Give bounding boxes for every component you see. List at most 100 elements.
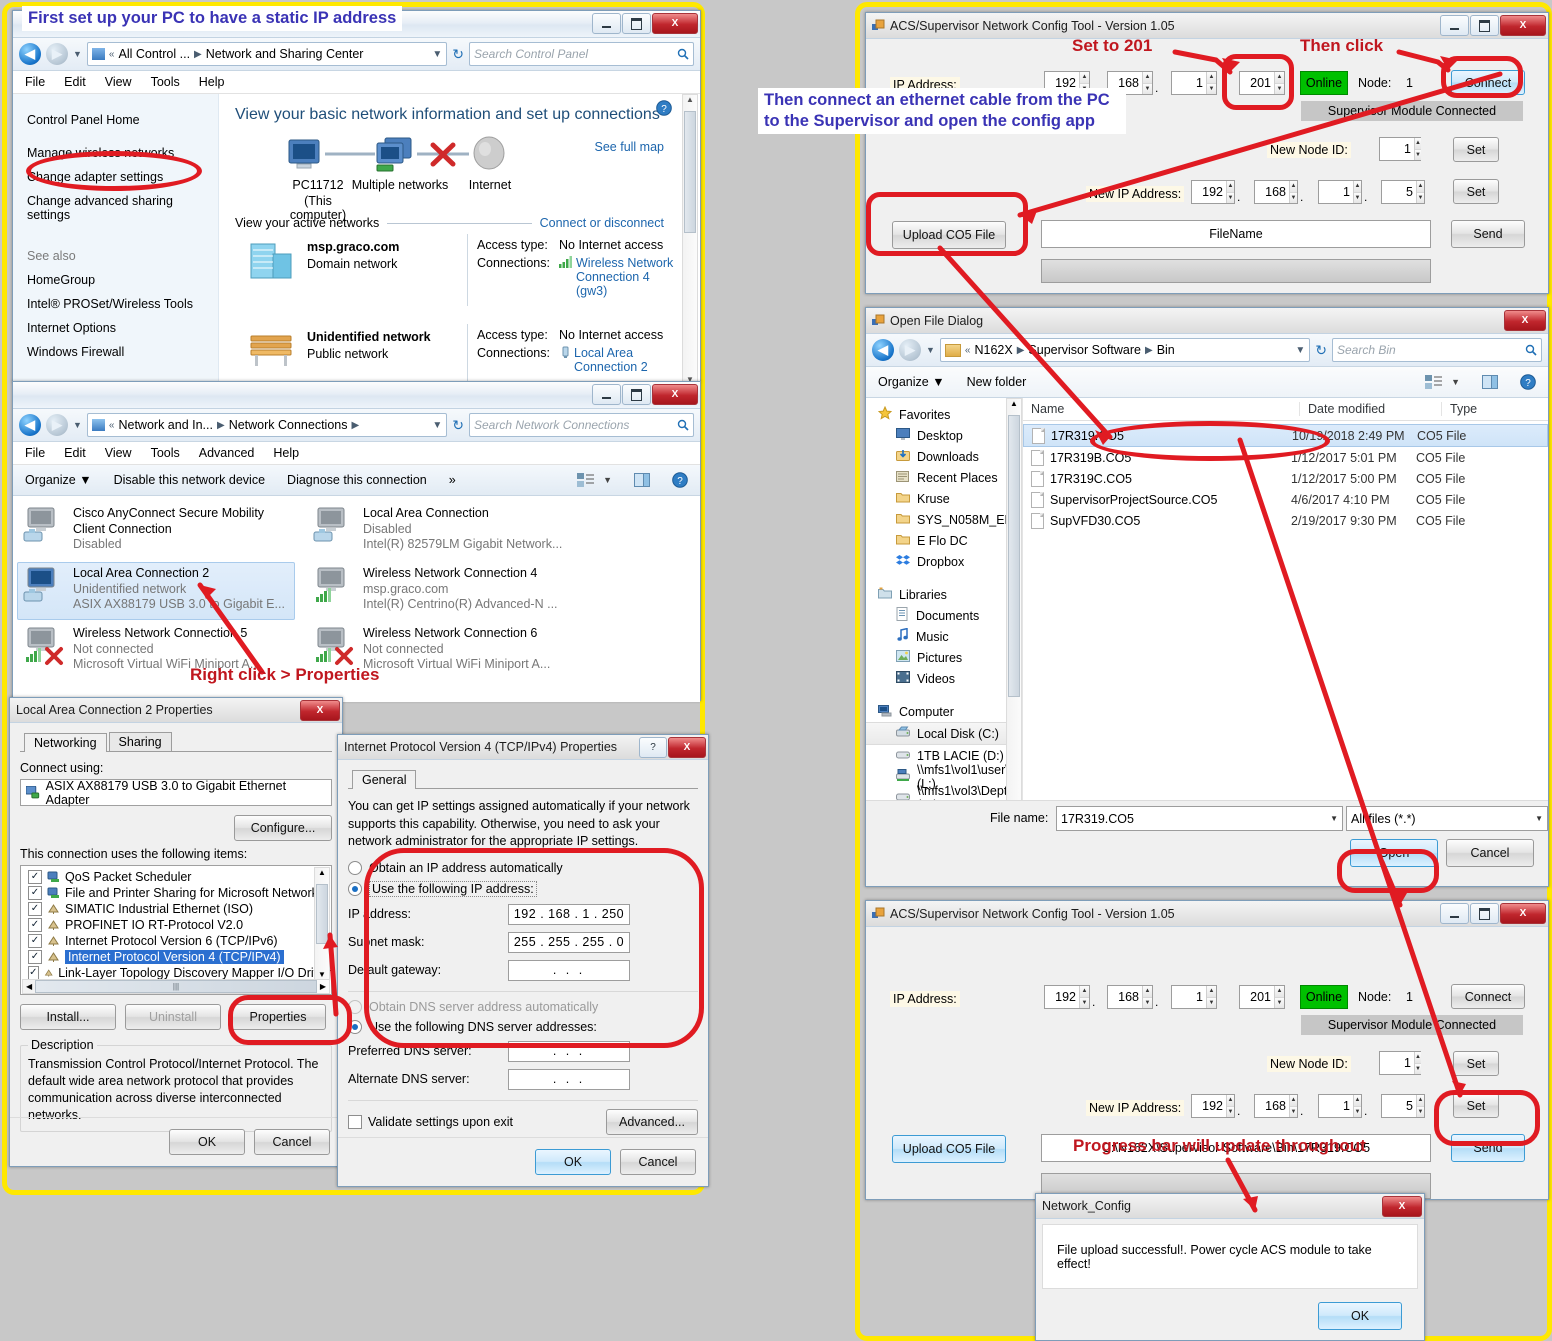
breadcrumb-part-1[interactable]: All Control ... — [118, 47, 190, 61]
install-button[interactable]: Install... — [20, 1004, 116, 1030]
recent-pages-chevron-icon[interactable]: ▼ — [73, 49, 82, 59]
column-header-name[interactable]: Name — [1023, 402, 1299, 416]
component-item[interactable]: ✓ File and Printer Sharing for Microsoft … — [25, 885, 331, 901]
new-ip-octet-1-spinner[interactable]: 192 ▲ ▼ — [1191, 180, 1235, 204]
view-layout-icon[interactable] — [577, 473, 595, 487]
minimize-icon[interactable] — [1440, 903, 1469, 924]
cancel-button[interactable]: Cancel — [1446, 839, 1534, 867]
close-icon[interactable]: X — [1500, 15, 1546, 36]
nav-item[interactable]: Downloads — [866, 446, 1022, 467]
preview-pane-icon[interactable] — [634, 473, 650, 487]
sidebar-item-internet-options[interactable]: Internet Options — [13, 316, 218, 340]
send-button[interactable]: Send — [1451, 220, 1525, 248]
nav-item[interactable]: Music — [866, 626, 1022, 647]
cancel-button[interactable]: Cancel — [254, 1129, 330, 1155]
spinner-arrows[interactable]: ▲▼ — [1274, 986, 1284, 1008]
new-ip-octet-1-spinner[interactable]: 192 ▲ ▼ — [1191, 1094, 1235, 1118]
spinner-arrows[interactable]: ▲▼ — [1289, 181, 1297, 203]
component-item[interactable]: ✓ SIMATIC Industrial Ethernet (ISO) — [25, 901, 331, 917]
nav-group-favorites[interactable]: Favorites — [866, 404, 1022, 425]
set-ip-button[interactable]: Set — [1453, 179, 1499, 204]
spinner-arrows[interactable]: ▲▼ — [1414, 1052, 1421, 1074]
adapter-item[interactable]: Local Area Connection Disabled Intel(R) 82… — [307, 502, 696, 560]
back-icon[interactable]: ◀ — [872, 339, 894, 361]
file-row[interactable]: SupervisorProjectSource.CO5 4/6/2017 4:10… — [1023, 489, 1548, 510]
help-icon[interactable]: ? — [672, 472, 688, 488]
set-node-button[interactable]: Set — [1453, 1051, 1499, 1076]
cancel-button[interactable]: Cancel — [620, 1149, 696, 1175]
set-node-button[interactable]: Set — [1453, 137, 1499, 162]
close-icon[interactable]: X — [300, 700, 340, 721]
tab-networking[interactable]: Networking — [24, 733, 107, 752]
nav-item[interactable]: E Flo DC — [866, 530, 1022, 551]
connect-or-disconnect-link[interactable]: Connect or disconnect — [540, 216, 664, 230]
menu-help[interactable]: Help — [273, 446, 299, 460]
ip-octet-1-spinner[interactable]: 192 ▲▼ — [1044, 985, 1090, 1009]
close-icon[interactable]: X — [1500, 903, 1546, 924]
disable-device-button[interactable]: Disable this network device — [114, 473, 265, 487]
ok-button[interactable]: OK — [1318, 1302, 1402, 1330]
spinner-arrows[interactable]: ▲▼ — [1142, 72, 1152, 94]
spinner-arrows[interactable]: ▲▼ — [1353, 1095, 1361, 1117]
menu-tools[interactable]: Tools — [151, 446, 180, 460]
view-dropdown-icon[interactable]: ▼ — [1451, 377, 1460, 387]
menu-tools[interactable]: Tools — [151, 75, 180, 89]
file-row[interactable]: 17R319C.CO5 1/12/2017 5:00 PM CO5 File — [1023, 468, 1548, 489]
view-dropdown-icon[interactable]: ▼ — [603, 475, 612, 485]
spinner-arrows[interactable]: ▲▼ — [1416, 181, 1424, 203]
sidebar-item-homegroup[interactable]: HomeGroup — [13, 268, 218, 292]
new-folder-button[interactable]: New folder — [967, 375, 1027, 389]
preview-pane-icon[interactable] — [1482, 375, 1498, 389]
breadcrumb-part-1[interactable]: N162X — [974, 343, 1012, 357]
recent-pages-chevron-icon[interactable]: ▼ — [73, 420, 82, 430]
advanced-button[interactable]: Advanced... — [606, 1108, 698, 1135]
component-checkbox[interactable]: ✓ — [28, 870, 42, 884]
filename-field[interactable]: FileName — [1041, 220, 1431, 248]
adapter-item[interactable]: Local Area Connection 2 Unidentified netw… — [17, 562, 295, 620]
nsc-search-input[interactable]: Search Control Panel — [469, 42, 694, 66]
nav-item[interactable]: Videos — [866, 668, 1022, 689]
spinner-arrows[interactable]: ▲▼ — [1414, 138, 1421, 160]
new-node-spinner[interactable]: 1 ▲ ▼ — [1379, 1051, 1421, 1075]
forward-icon[interactable]: ▶ — [899, 339, 921, 361]
component-checkbox[interactable]: ✓ — [28, 886, 42, 900]
spinner-arrows[interactable]: ▲▼ — [1353, 181, 1361, 203]
nav-item[interactable]: Kruse — [866, 488, 1022, 509]
nav-item[interactable]: Documents — [866, 605, 1022, 626]
nav-item[interactable]: Desktop — [866, 425, 1022, 446]
connect-button[interactable]: Connect — [1451, 984, 1525, 1009]
new-ip-octet-4-spinner[interactable]: 5 ▲ ▼ — [1381, 180, 1425, 204]
forward-icon[interactable]: ▶ — [46, 414, 68, 436]
menu-view[interactable]: View — [105, 446, 132, 460]
maximize-icon[interactable] — [1470, 903, 1499, 924]
sidebar-item-windows-firewall[interactable]: Windows Firewall — [13, 340, 218, 364]
ip-octet-3-spinner[interactable]: 1 ▲ ▼ — [1171, 71, 1217, 95]
column-header-date[interactable]: Date modified — [1299, 402, 1441, 416]
adapter-item[interactable]: Cisco AnyConnect Secure Mobility Client … — [17, 502, 295, 560]
close-icon[interactable]: X — [652, 13, 698, 34]
nsc-scrollbar[interactable]: ▲ ▼ — [682, 94, 698, 385]
spinner-arrows[interactable]: ▲▼ — [1226, 181, 1234, 203]
nsc-address-bar[interactable]: « All Control ... ▶ Network and Sharing … — [86, 42, 448, 66]
new-node-spinner[interactable]: 1 ▲ ▼ — [1379, 137, 1421, 161]
sidebar-item-intel-proset[interactable]: Intel® PROSet/Wireless Tools — [13, 292, 218, 316]
nc-address-bar[interactable]: « Network and In... ▶ Network Connection… — [86, 413, 448, 437]
ofd-search-input[interactable]: Search Bin — [1332, 338, 1542, 362]
ip-octet-4-spinner[interactable]: 201 ▲ ▼ — [1239, 985, 1285, 1009]
nav-item[interactable]: Recent Places — [866, 467, 1022, 488]
nav-group-libraries[interactable]: Libraries — [866, 584, 1022, 605]
ip-octet-2-spinner[interactable]: 168 ▲ ▼ — [1107, 985, 1153, 1009]
ok-button[interactable]: OK — [535, 1149, 611, 1175]
component-item[interactable]: ✓ PROFINET IO RT-Protocol V2.0 — [25, 917, 331, 933]
new-ip-octet-2-spinner[interactable]: 168 ▲ ▼ — [1254, 180, 1298, 204]
help-icon[interactable]: ? — [639, 737, 667, 758]
configure-button[interactable]: Configure... — [234, 815, 332, 841]
chevron-down-icon[interactable]: ▼ — [1535, 814, 1543, 823]
menu-view[interactable]: View — [105, 75, 132, 89]
menu-advanced[interactable]: Advanced — [199, 446, 255, 460]
nc-search-input[interactable]: Search Network Connections — [469, 413, 694, 437]
diagnose-connection-button[interactable]: Diagnose this connection — [287, 473, 427, 487]
spinner-arrows[interactable]: ▲▼ — [1416, 1095, 1424, 1117]
component-item[interactable]: ✓ QoS Packet Scheduler — [25, 869, 331, 885]
breadcrumb-part-2[interactable]: Network and Sharing Center — [206, 47, 364, 61]
